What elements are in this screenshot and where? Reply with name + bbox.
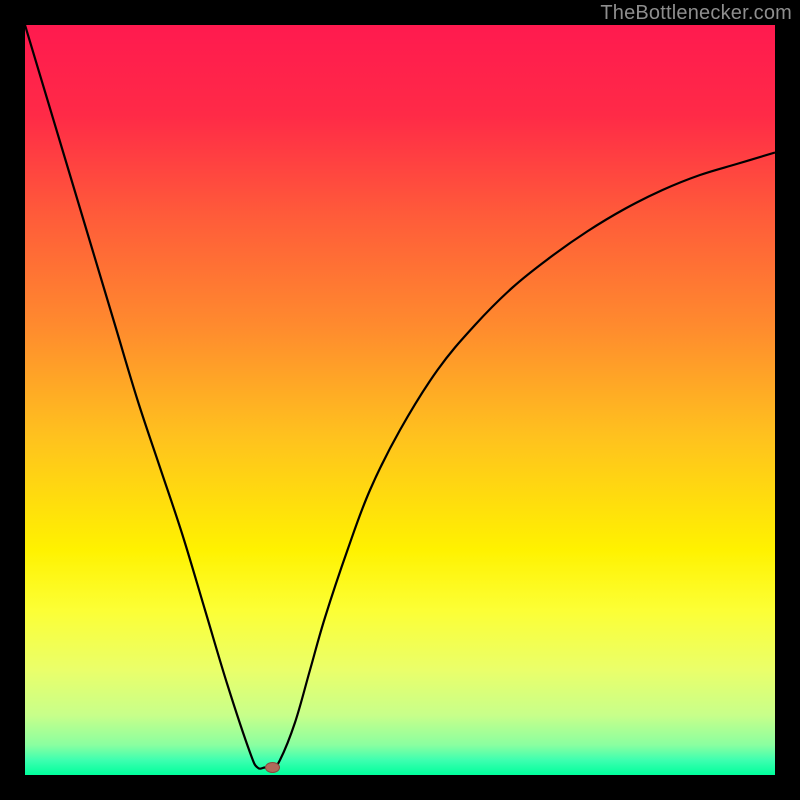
watermark-text: TheBottlenecker.com [600,2,792,25]
optimal-point-marker [266,763,280,773]
chart-curve-layer [25,25,775,775]
bottleneck-curve [25,25,775,769]
plot-area [25,25,775,775]
figure-root: TheBottlenecker.com [0,0,800,800]
